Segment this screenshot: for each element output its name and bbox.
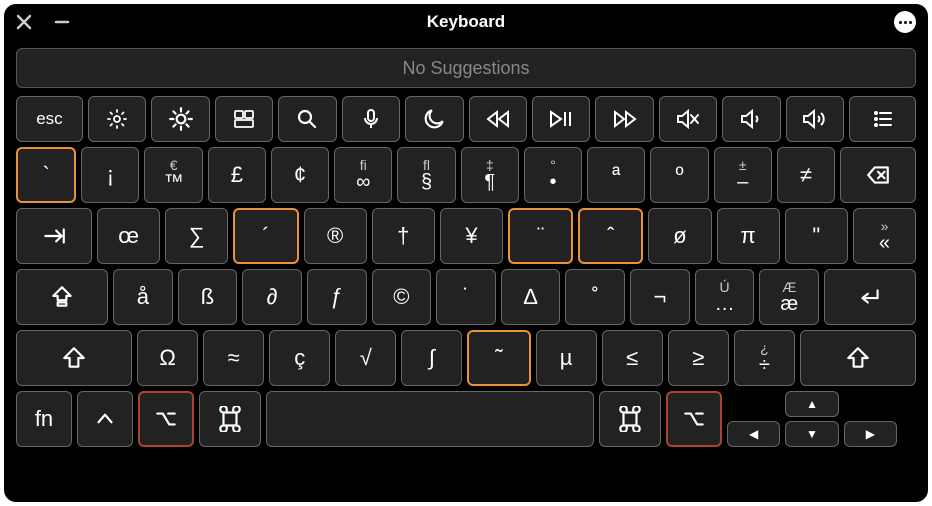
key-dot-above[interactable]: ˙: [436, 269, 496, 325]
minimize-icon[interactable]: [54, 14, 70, 30]
key-tilde[interactable]: ˜: [467, 330, 530, 386]
key-gte[interactable]: ≥: [668, 330, 729, 386]
spotlight-icon[interactable]: [278, 96, 336, 142]
key-sharp-s[interactable]: ß: [178, 269, 238, 325]
suggestions-bar: No Suggestions: [16, 48, 916, 88]
row-5: fn ▲ ◀ ▼ ▶: [16, 391, 916, 447]
key-section[interactable]: fl§: [397, 147, 455, 203]
dictation-icon[interactable]: [342, 96, 400, 142]
row-3: åß∂ƒ©˙∆˚¬Ú…Ææ: [16, 269, 916, 325]
close-icon[interactable]: [16, 14, 32, 30]
key-aring[interactable]: å: [113, 269, 173, 325]
volume-up-icon[interactable]: [786, 96, 844, 142]
key-omega[interactable]: Ω: [137, 330, 198, 386]
key-option-left[interactable]: [138, 391, 194, 447]
mission-control-icon[interactable]: [215, 96, 273, 142]
key-delta[interactable]: ∆: [501, 269, 561, 325]
key-tab[interactable]: [16, 208, 92, 264]
brightness-up-icon[interactable]: [151, 96, 209, 142]
key-option-right[interactable]: [666, 391, 722, 447]
key-ae[interactable]: Ææ: [759, 269, 819, 325]
forward-icon[interactable]: [595, 96, 653, 142]
key-diaeresis[interactable]: ¨: [508, 208, 573, 264]
key-ring[interactable]: ˚: [565, 269, 625, 325]
key-bullet[interactable]: °•: [524, 147, 582, 203]
arrow-cluster: ▲ ◀ ▼ ▶: [727, 391, 897, 447]
more-icon[interactable]: [894, 11, 916, 33]
key-space[interactable]: [266, 391, 594, 447]
key-fn-key[interactable]: fn: [16, 391, 72, 447]
arrow-right[interactable]: ▶: [844, 421, 897, 447]
key-cedilla[interactable]: ç: [269, 330, 330, 386]
key-pilcrow[interactable]: ‡¶: [461, 147, 519, 203]
key-command-right[interactable]: [599, 391, 661, 447]
key-backspace[interactable]: [840, 147, 916, 203]
key-euro-tm[interactable]: €™: [144, 147, 202, 203]
key-endash[interactable]: ±–: [714, 147, 772, 203]
function-row: esc: [16, 96, 916, 142]
key-oe[interactable]: œ: [97, 208, 160, 264]
keyboard-window: Keyboard No Suggestions esc `¡€™£¢fi∞fl§…: [4, 4, 928, 502]
mute-icon[interactable]: [659, 96, 717, 142]
esc-key[interactable]: esc: [16, 96, 83, 142]
key-acute[interactable]: ´: [233, 208, 298, 264]
list-icon[interactable]: [849, 96, 916, 142]
key-pi[interactable]: π: [717, 208, 780, 264]
key-ordinal-o[interactable]: º: [650, 147, 708, 203]
key-lte[interactable]: ≤: [602, 330, 663, 386]
arrow-left[interactable]: ◀: [727, 421, 780, 447]
key-ellipsis[interactable]: Ú…: [695, 269, 755, 325]
key-yen[interactable]: ¥: [440, 208, 503, 264]
key-neq[interactable]: ≠: [777, 147, 835, 203]
window-title: Keyboard: [427, 12, 505, 32]
key-dagger[interactable]: †: [372, 208, 435, 264]
key-pound[interactable]: £: [208, 147, 266, 203]
brightness-down-icon[interactable]: [88, 96, 146, 142]
key-ldquo[interactable]: ": [785, 208, 848, 264]
key-laquo[interactable]: »«: [853, 208, 916, 264]
arrow-up[interactable]: ▲: [785, 391, 840, 417]
rewind-icon[interactable]: [469, 96, 527, 142]
key-copyright[interactable]: ©: [372, 269, 432, 325]
volume-down-icon[interactable]: [722, 96, 780, 142]
key-control[interactable]: [77, 391, 133, 447]
key-inverted-excl[interactable]: ¡: [81, 147, 139, 203]
key-not[interactable]: ¬: [630, 269, 690, 325]
key-circumflex[interactable]: ˆ: [578, 208, 643, 264]
key-partial[interactable]: ∂: [242, 269, 302, 325]
arrow-down[interactable]: ▼: [785, 421, 838, 447]
key-mu[interactable]: µ: [536, 330, 597, 386]
key-oslash[interactable]: ø: [648, 208, 711, 264]
key-return[interactable]: [824, 269, 916, 325]
key-cent[interactable]: ¢: [271, 147, 329, 203]
row-1: `¡€™£¢fi∞fl§‡¶°•ªº±–≠: [16, 147, 916, 203]
key-shift-left[interactable]: [16, 330, 132, 386]
key-ordinal-a[interactable]: ª: [587, 147, 645, 203]
key-infinity[interactable]: fi∞: [334, 147, 392, 203]
row-2: œ∑´®†¥¨ˆøπ"»«: [16, 208, 916, 264]
key-shift-right[interactable]: [800, 330, 916, 386]
titlebar: Keyboard: [4, 4, 928, 40]
key-capslock[interactable]: [16, 269, 108, 325]
key-approx[interactable]: ≈: [203, 330, 264, 386]
playpause-icon[interactable]: [532, 96, 590, 142]
key-registered[interactable]: ®: [304, 208, 367, 264]
key-f-hook[interactable]: ƒ: [307, 269, 367, 325]
row-4: Ω≈ç√∫˜µ≤≥¿÷: [16, 330, 916, 386]
key-integral[interactable]: ∫: [401, 330, 462, 386]
key-sigma[interactable]: ∑: [165, 208, 228, 264]
key-divide[interactable]: ¿÷: [734, 330, 795, 386]
key-radical[interactable]: √: [335, 330, 396, 386]
dnd-icon[interactable]: [405, 96, 463, 142]
keyboard-area: esc `¡€™£¢fi∞fl§‡¶°•ªº±–≠ œ∑´®†¥¨ˆøπ"»« …: [4, 92, 928, 502]
key-backtick[interactable]: `: [16, 147, 76, 203]
key-command-left[interactable]: [199, 391, 261, 447]
